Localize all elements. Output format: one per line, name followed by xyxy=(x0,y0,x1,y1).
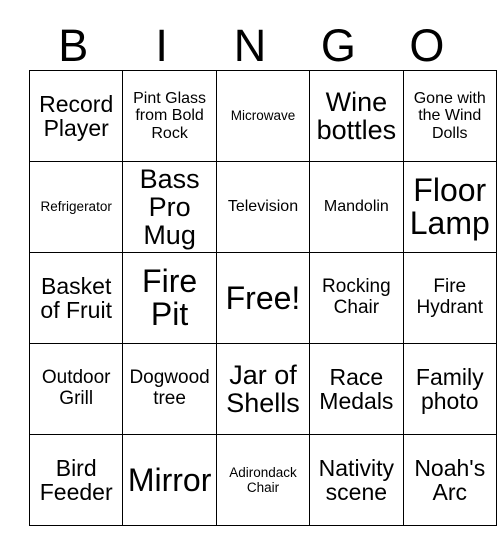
bingo-cell-label: Rocking Chair xyxy=(322,276,391,318)
bingo-cell-label: Mirror xyxy=(127,461,212,498)
header-letter-i: I xyxy=(155,20,168,71)
bingo-cell-b4[interactable]: Outdoor Grill xyxy=(28,343,124,435)
bingo-cell-b1[interactable]: Record Player xyxy=(28,70,124,162)
bingo-cell-label: Mandolin xyxy=(323,198,389,216)
bingo-cell-i5[interactable]: Mirror xyxy=(122,434,217,526)
bingo-cell-i3[interactable]: Fire Pit xyxy=(122,252,217,344)
bingo-cell-o4[interactable]: Family photo xyxy=(402,343,497,435)
bingo-cell-n4[interactable]: Jar of Shells xyxy=(215,343,311,435)
bingo-cell-n1[interactable]: Microwave xyxy=(215,70,311,162)
bingo-cell-label: Outdoor Grill xyxy=(41,367,111,409)
bingo-cell-label: Family photo xyxy=(415,363,484,414)
bingo-cell-label: Microwave xyxy=(230,108,296,124)
bingo-row: Outdoor Grill Dogwood tree Jar of Shells… xyxy=(28,343,497,435)
bingo-cell-n2[interactable]: Television xyxy=(215,161,311,253)
header-letter-b: B xyxy=(58,20,89,71)
bingo-cell-label: Race Medals xyxy=(319,363,394,414)
bingo-cell-label: Record Player xyxy=(39,90,114,141)
bingo-cell-label: Bass Pro Mug xyxy=(139,163,200,251)
bingo-cell-i1[interactable]: Pint Glass from Bold Rock xyxy=(122,70,217,162)
bingo-cell-label: Refrigerator xyxy=(40,199,112,215)
bingo-cell-i2[interactable]: Bass Pro Mug xyxy=(122,161,217,253)
bingo-cell-label: Jar of Shells xyxy=(226,359,300,418)
bingo-cell-label: Television xyxy=(227,198,299,216)
bingo-cell-label: Noah's Arc xyxy=(414,454,486,505)
header-letter-g: G xyxy=(320,20,356,71)
bingo-cell-g4[interactable]: Race Medals xyxy=(309,343,404,435)
bingo-cell-g2[interactable]: Mandolin xyxy=(309,161,404,253)
header-letter-o: O xyxy=(409,20,445,71)
bingo-row: Basket of Fruit Fire Pit Free! Rocking C… xyxy=(28,252,497,344)
bingo-card: B I N G O Record Player Pint Glass from … xyxy=(28,12,497,526)
bingo-row: Record Player Pint Glass from Bold Rock … xyxy=(28,70,497,162)
bingo-cell-free-space[interactable]: Free! xyxy=(215,252,311,344)
bingo-cell-b5[interactable]: Bird Feeder xyxy=(28,434,124,526)
bingo-cell-o1[interactable]: Gone with the Wind Dolls xyxy=(402,70,497,162)
bingo-cell-o2[interactable]: Floor Lamp xyxy=(402,161,497,253)
bingo-cell-label: Adirondack Chair xyxy=(229,464,297,495)
header-letter-n: N xyxy=(233,20,267,71)
bingo-cell-label: Bird Feeder xyxy=(39,454,113,505)
bingo-cell-n5[interactable]: Adirondack Chair xyxy=(215,434,311,526)
bingo-cell-label: Gone with the Wind Dolls xyxy=(413,89,486,142)
bingo-cell-label: Fire Pit xyxy=(142,263,198,332)
bingo-cell-b3[interactable]: Basket of Fruit xyxy=(28,252,124,344)
bingo-cell-g1[interactable]: Wine bottles xyxy=(309,70,404,162)
bingo-cell-label: Wine bottles xyxy=(316,86,397,145)
bingo-cell-label: Pint Glass from Bold Rock xyxy=(133,89,207,142)
bingo-cell-label: Nativity scene xyxy=(318,454,395,505)
bingo-row: Bird Feeder Mirror Adirondack Chair Nati… xyxy=(28,434,497,526)
bingo-cell-label: Basket of Fruit xyxy=(40,272,112,323)
bingo-cell-i4[interactable]: Dogwood tree xyxy=(122,343,217,435)
bingo-cell-label: Floor Lamp xyxy=(409,172,490,241)
bingo-header-row: B I N G O xyxy=(29,12,471,70)
bingo-row: Refrigerator Bass Pro Mug Television Man… xyxy=(28,161,497,253)
bingo-cell-g5[interactable]: Nativity scene xyxy=(309,434,404,526)
bingo-cell-o3[interactable]: Fire Hydrant xyxy=(402,252,497,344)
bingo-cell-g3[interactable]: Rocking Chair xyxy=(309,252,404,344)
free-space-label: Free! xyxy=(225,279,301,316)
bingo-cell-b2[interactable]: Refrigerator xyxy=(28,161,124,253)
bingo-cell-o5[interactable]: Noah's Arc xyxy=(402,434,497,526)
bingo-cell-label: Fire Hydrant xyxy=(416,276,484,318)
bingo-grid: Record Player Pint Glass from Bold Rock … xyxy=(28,70,497,526)
bingo-cell-label: Dogwood tree xyxy=(129,367,210,409)
